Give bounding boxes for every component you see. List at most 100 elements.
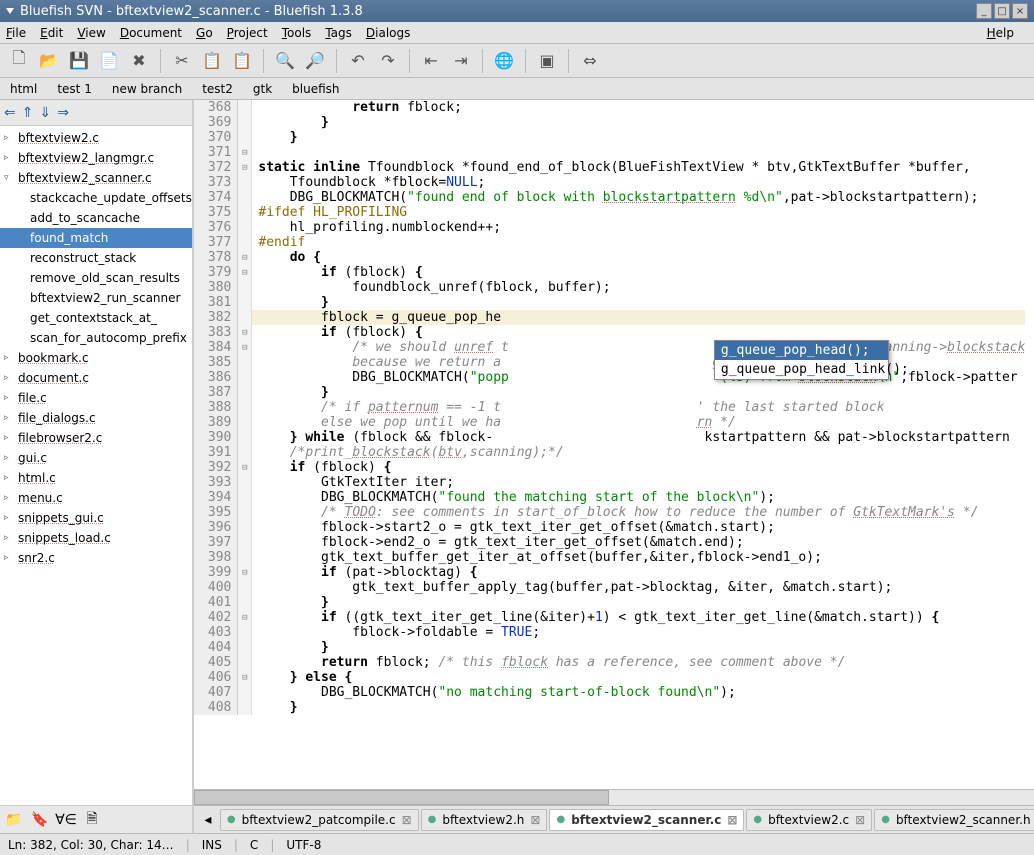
new-file-icon[interactable]: 🗋 (6, 48, 32, 74)
fold-gutter[interactable] (238, 490, 252, 505)
close-window-button[interactable]: × (1012, 3, 1028, 19)
expand-icon[interactable]: ▿ (4, 173, 14, 183)
indent-left-icon[interactable]: ⇤ (418, 48, 444, 74)
tree-item[interactable]: ▹gui.c (0, 448, 192, 468)
fold-gutter[interactable]: ⊟ (238, 340, 252, 355)
tree-item[interactable]: remove_old_scan_results (0, 268, 192, 288)
fold-gutter[interactable] (238, 625, 252, 640)
tree-item[interactable]: found_match (0, 228, 192, 248)
nav-arrow-icon[interactable]: ⇑ (22, 105, 34, 121)
code-line[interactable]: DBG_BLOCKMATCH("no matching start-of-blo… (252, 685, 1026, 700)
menu-tags[interactable]: Tags (325, 26, 352, 40)
fold-gutter[interactable] (238, 400, 252, 415)
fold-gutter[interactable] (238, 295, 252, 310)
code-line[interactable]: gtk_text_buffer_apply_tag(buffer,pat->bl… (252, 580, 1026, 595)
fold-gutter[interactable] (238, 235, 252, 250)
fold-gutter[interactable] (238, 370, 252, 385)
code-line[interactable]: Tfoundblock *fblock=NULL; (252, 175, 1026, 190)
code-line[interactable]: fblock = g_queue_pop_he (252, 310, 1026, 325)
tab-close-icon[interactable]: ⊠ (855, 813, 865, 827)
fold-gutter[interactable] (238, 550, 252, 565)
minimize-button[interactable]: _ (976, 3, 992, 19)
menu-help[interactable]: Help (987, 26, 1014, 40)
code-line[interactable]: static inline Tfoundblock *found_end_of_… (252, 160, 1026, 175)
project-tab[interactable]: new branch (108, 80, 186, 98)
expand-icon[interactable]: ▹ (4, 353, 14, 363)
fold-gutter[interactable] (238, 685, 252, 700)
tree-item[interactable]: reconstruct_stack (0, 248, 192, 268)
code-line[interactable]: } (252, 295, 1026, 310)
code-line[interactable]: if (fblock) { (252, 325, 1026, 340)
project-tab[interactable]: gtk (249, 80, 276, 98)
expand-icon[interactable]: ▹ (4, 433, 14, 443)
project-tab[interactable]: test2 (198, 80, 237, 98)
tree-item[interactable]: ▹bftextview2.c (0, 128, 192, 148)
menu-view[interactable]: View (77, 26, 105, 40)
folder-icon[interactable]: 📁 (4, 810, 24, 830)
fold-gutter[interactable] (238, 190, 252, 205)
fold-gutter[interactable] (238, 280, 252, 295)
fold-gutter[interactable]: ⊟ (238, 265, 252, 280)
code-line[interactable]: } while (fblock && fblock- kstartpattern… (252, 430, 1026, 445)
fold-gutter[interactable]: ⊟ (238, 610, 252, 625)
nav-arrow-icon[interactable]: ⇐ (4, 105, 16, 121)
code-line[interactable]: /*print_blockstack(btv,scanning);*/ (252, 445, 1026, 460)
undo-icon[interactable]: ↶ (345, 48, 371, 74)
fold-gutter[interactable] (238, 175, 252, 190)
fullscreen-icon[interactable]: ▣ (534, 48, 560, 74)
fold-gutter[interactable] (238, 310, 252, 325)
fold-gutter[interactable]: ⊟ (238, 250, 252, 265)
project-tab[interactable]: html (6, 80, 41, 98)
code-line[interactable]: return fblock; /* this fblock has a refe… (252, 655, 1026, 670)
tree-item[interactable]: ▹file_dialogs.c (0, 408, 192, 428)
window-menu-icon[interactable] (6, 8, 14, 14)
code-line[interactable]: return fblock; (252, 100, 1026, 115)
tree-item[interactable]: stackcache_update_offsets (0, 188, 192, 208)
fold-gutter[interactable]: ⊟ (238, 565, 252, 580)
expand-icon[interactable]: ▹ (4, 373, 14, 383)
tab-scroll-left-icon[interactable]: ◂ (198, 810, 218, 830)
save-icon[interactable]: 💾 (66, 48, 92, 74)
tree-item[interactable]: ▿bftextview2_scanner.c (0, 168, 192, 188)
code-line[interactable]: fblock->end2_o = gtk_text_iter_get_offse… (252, 535, 1026, 550)
menu-project[interactable]: Project (227, 26, 268, 40)
expand-icon[interactable]: ▹ (4, 493, 14, 503)
fold-gutter[interactable] (238, 430, 252, 445)
horizontal-scrollbar[interactable] (194, 789, 1034, 805)
code-line[interactable]: gtk_text_buffer_get_iter_at_offset(buffe… (252, 550, 1026, 565)
document-tab[interactable]: ●bftextview2_scanner.h⊠ (874, 809, 1034, 831)
code-line[interactable]: DBG_BLOCKMATCH("found end of block with … (252, 190, 1026, 205)
fold-gutter[interactable] (238, 535, 252, 550)
preferences-icon[interactable]: ⇔ (577, 48, 603, 74)
fold-gutter[interactable] (238, 520, 252, 535)
expand-icon[interactable]: ▹ (4, 413, 14, 423)
fold-gutter[interactable]: ⊟ (238, 460, 252, 475)
fold-gutter[interactable] (238, 415, 252, 430)
fold-gutter[interactable] (238, 115, 252, 130)
fold-gutter[interactable]: ⊟ (238, 325, 252, 340)
fold-gutter[interactable] (238, 355, 252, 370)
cut-icon[interactable]: ✂ (169, 48, 195, 74)
fold-gutter[interactable] (238, 475, 252, 490)
code-line[interactable]: DBG_BLOCKMATCH("popp (%s) from blockstac… (252, 370, 1026, 385)
filter-icon[interactable]: ∀∈ (56, 810, 76, 830)
fold-gutter[interactable] (238, 100, 252, 115)
tree-item[interactable]: scan_for_autocomp_prefix (0, 328, 192, 348)
menu-edit[interactable]: Edit (40, 26, 63, 40)
expand-icon[interactable]: ▹ (4, 133, 14, 143)
fold-gutter[interactable] (238, 640, 252, 655)
save-as-icon[interactable]: 📄 (96, 48, 122, 74)
expand-icon[interactable]: ▹ (4, 513, 14, 523)
tab-close-icon[interactable]: ⊠ (530, 813, 540, 827)
code-line[interactable]: } (252, 130, 1026, 145)
code-line[interactable]: if (pat->blocktag) { (252, 565, 1026, 580)
tree-item[interactable]: ▹file.c (0, 388, 192, 408)
expand-icon[interactable]: ▹ (4, 453, 14, 463)
code-line[interactable]: if ((gtk_text_iter_get_line(&iter)+1) < … (252, 610, 1026, 625)
expand-icon[interactable]: ▹ (4, 153, 14, 163)
fold-gutter[interactable] (238, 130, 252, 145)
refresh-icon[interactable]: 🗎 (82, 810, 102, 830)
tree-item[interactable]: ▹bftextview2_langmgr.c (0, 148, 192, 168)
code-line[interactable]: because we return a g function */ (252, 355, 1026, 370)
bookmark-icon[interactable]: 🔖 (30, 810, 50, 830)
